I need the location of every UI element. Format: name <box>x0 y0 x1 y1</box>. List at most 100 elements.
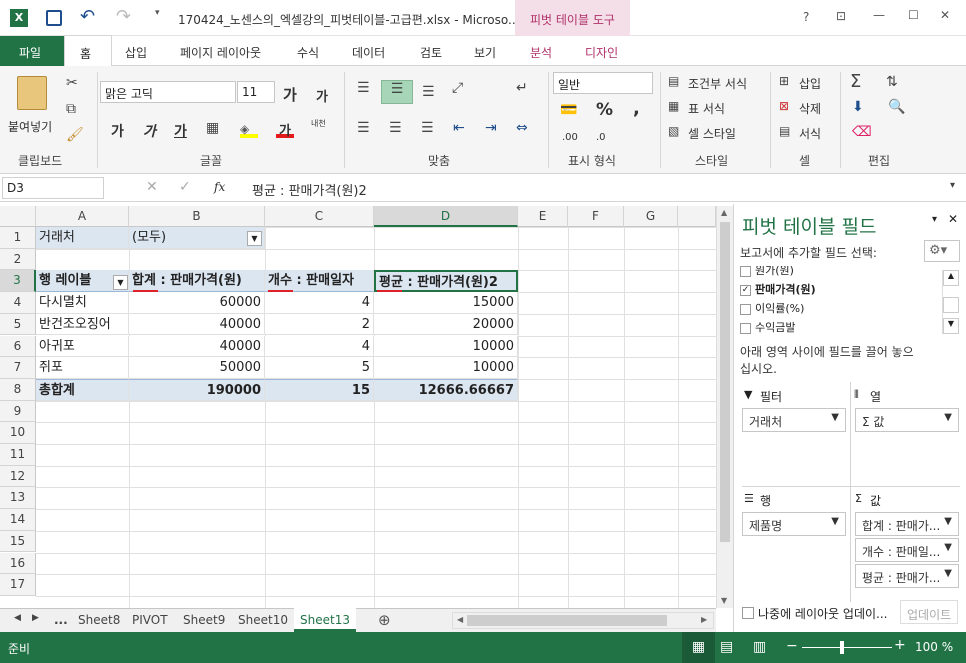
defer-checkbox[interactable] <box>742 607 754 619</box>
sheet-tab-sheet13[interactable]: Sheet13 <box>294 608 356 632</box>
next-sheet-icon[interactable]: ▶ <box>32 613 39 623</box>
border-icon[interactable]: ▦ <box>206 120 219 136</box>
copy-icon[interactable]: ⧉ <box>66 101 76 117</box>
field-list-item[interactable]: 이익률(%) <box>740 300 936 318</box>
cut-icon[interactable]: ✂ <box>66 75 78 91</box>
field-scroll-down-icon[interactable]: ▼ <box>943 318 959 334</box>
row-item-box[interactable]: 제품명 ▼ <box>742 512 846 536</box>
field-scroll-up-icon[interactable]: ▲ <box>943 270 959 286</box>
paste-icon[interactable] <box>17 76 47 110</box>
maximize-icon[interactable]: ☐ <box>908 8 919 22</box>
font-name-select[interactable]: 맑은 고딕 <box>100 81 236 103</box>
italic-button[interactable]: 가 <box>143 121 156 141</box>
table-cell[interactable]: 40000 <box>129 313 265 336</box>
accounting-format-icon[interactable]: 💳 <box>560 102 577 118</box>
horizontal-scrollbar[interactable]: ◀ ▶ <box>452 612 714 629</box>
help-icon[interactable]: ? <box>803 10 809 24</box>
cancel-icon[interactable]: ✕ <box>146 179 158 195</box>
table-cell[interactable]: 50000 <box>129 357 265 379</box>
row-header[interactable]: 4 <box>0 292 36 314</box>
row-header[interactable]: 15 <box>0 530 36 553</box>
row-header[interactable]: 9 <box>0 400 36 423</box>
table-cell[interactable]: 10000 <box>374 335 518 358</box>
normal-view-icon[interactable]: ▦ <box>682 632 715 663</box>
row-header[interactable]: 11 <box>0 444 36 466</box>
field-settings-icon[interactable]: ⚙▾ <box>924 240 960 262</box>
prev-sheet-icon[interactable]: ◀ <box>14 613 21 623</box>
column-header-c[interactable]: C <box>265 206 374 227</box>
tab-page-layout[interactable]: 페이지 레이아웃 <box>180 44 261 61</box>
autosum-icon[interactable]: Σ <box>850 71 861 92</box>
table-cell[interactable]: 5 <box>265 357 374 379</box>
tab-home[interactable]: 홈 <box>64 35 112 67</box>
save-icon[interactable] <box>46 10 62 26</box>
orientation-icon[interactable]: ⤢ <box>452 80 463 96</box>
undo-icon[interactable]: ↶ <box>80 6 95 27</box>
expand-formula-icon[interactable]: ▾ <box>950 180 955 191</box>
value-item-box[interactable]: 합계 : 판매가... ▼ <box>855 512 959 536</box>
align-center-icon[interactable]: ☰ <box>389 120 402 136</box>
conditional-format-button[interactable]: 조건부 서식 <box>688 75 747 92</box>
row-header[interactable]: 3 <box>0 270 36 293</box>
table-cell[interactable]: 2 <box>265 313 374 336</box>
table-cell[interactable]: 4 <box>265 292 374 314</box>
zoom-out-icon[interactable]: − <box>786 638 798 654</box>
page-layout-view-icon[interactable]: ▤ <box>720 639 733 655</box>
find-select-icon[interactable]: 🔍 <box>888 99 905 115</box>
column-header-b[interactable]: B <box>129 206 265 227</box>
sheet-tab-pivot[interactable]: PIVOT <box>132 613 168 627</box>
insert-cells-button[interactable]: 삽입 <box>799 75 821 92</box>
row-header[interactable]: 6 <box>0 335 36 358</box>
row-header[interactable]: 16 <box>0 552 36 575</box>
table-format-button[interactable]: 표 서식 <box>688 100 725 117</box>
tab-design[interactable]: 디자인 <box>585 44 618 61</box>
cell-style-button[interactable]: 셀 스타일 <box>688 125 736 142</box>
indent-icon[interactable]: ⇥ <box>485 120 497 136</box>
number-format-select[interactable]: 일반 <box>553 72 653 94</box>
merge-center-icon[interactable]: ⇔ <box>516 120 528 136</box>
field-checkbox[interactable] <box>740 266 751 277</box>
scroll-thumb[interactable] <box>720 222 730 542</box>
sheet-tab-sheet10[interactable]: Sheet10 <box>238 613 288 627</box>
table-cell[interactable]: 4 <box>265 335 374 358</box>
row-header[interactable]: 1 <box>0 227 36 249</box>
sum-header[interactable]: 합계 : 판매가격(원) <box>129 270 265 293</box>
pane-close-icon[interactable]: ✕ <box>948 212 958 226</box>
fill-icon[interactable]: ⬇ <box>852 99 864 115</box>
format-cells-icon[interactable]: ▤ <box>779 124 790 138</box>
zoom-in-icon[interactable]: + <box>894 637 906 653</box>
delete-cells-button[interactable]: 삭제 <box>799 100 821 117</box>
filter-dropdown-icon[interactable]: ▼ <box>247 231 262 246</box>
table-cell[interactable]: 쥐포 <box>36 357 129 379</box>
table-cell[interactable]: 아귀포 <box>36 335 129 358</box>
add-sheet-icon[interactable]: ⊕ <box>378 611 391 629</box>
table-cell[interactable]: 15000 <box>374 292 518 314</box>
table-cell[interactable]: 20000 <box>374 313 518 336</box>
delete-cells-icon[interactable]: ⊠ <box>779 99 789 113</box>
cell-style-icon[interactable]: ▧ <box>668 124 679 138</box>
zoom-slider[interactable] <box>802 647 892 648</box>
column-header-g[interactable]: G <box>624 206 678 227</box>
close-icon[interactable]: ✕ <box>940 8 950 22</box>
enter-icon[interactable]: ✓ <box>179 179 191 195</box>
table-cell[interactable]: 10000 <box>374 357 518 379</box>
row-header[interactable]: 8 <box>0 378 36 401</box>
align-middle-icon[interactable]: ☰ <box>381 80 413 104</box>
vertical-scrollbar[interactable]: ▲ ▼ <box>716 206 733 608</box>
outdent-icon[interactable]: ⇤ <box>453 120 465 136</box>
field-list-scrollbar[interactable]: ▲ ▼ <box>942 270 959 334</box>
excel-icon[interactable]: X <box>10 9 28 27</box>
tab-data[interactable]: 데이터 <box>352 44 385 61</box>
decrease-decimal-button[interactable]: .0 <box>596 132 606 143</box>
zoom-level[interactable]: 100 % <box>915 640 953 654</box>
tab-view[interactable]: 보기 <box>474 44 496 61</box>
table-cell[interactable]: 40000 <box>129 335 265 358</box>
phonetic-button[interactable]: 내천 <box>311 118 326 129</box>
pane-options-icon[interactable]: ▾ <box>932 214 937 225</box>
total-average-cell[interactable]: 12666.66667 <box>374 379 518 401</box>
tab-analyze[interactable]: 분석 <box>530 44 552 61</box>
page-break-view-icon[interactable]: ▥ <box>753 639 766 655</box>
field-checkbox[interactable] <box>740 303 751 315</box>
insert-cells-icon[interactable]: ⊞ <box>779 74 789 88</box>
field-list-item[interactable]: 수익금발 <box>740 319 936 337</box>
